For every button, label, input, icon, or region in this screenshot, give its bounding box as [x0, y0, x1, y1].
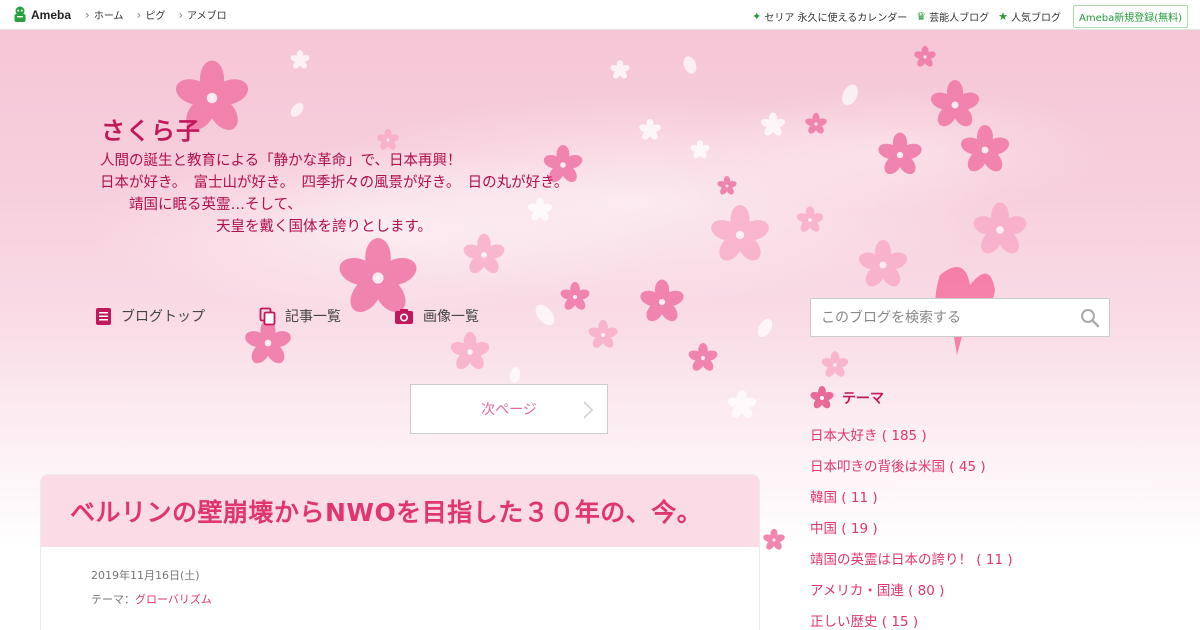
blog-top-link[interactable]: ブログトップ: [95, 306, 205, 326]
nav-pigg[interactable]: ピグ: [137, 7, 165, 22]
theme-section-heading: テーマ: [810, 386, 884, 410]
next-page-button[interactable]: 次ページ: [410, 384, 608, 434]
ameba-logo-icon: [14, 6, 26, 22]
copy-pages-icon: [259, 307, 276, 325]
register-button[interactable]: Ameba新規登録(無料): [1072, 5, 1188, 28]
sparkle-icon: ✦: [752, 10, 762, 23]
theme-item[interactable]: アメリカ・国連 ( 80 ): [810, 580, 1013, 611]
crown-icon: ♛: [916, 10, 927, 23]
logo-text: Ameba: [31, 7, 72, 22]
blog-title[interactable]: さくら子: [101, 111, 201, 146]
nav-ameblo[interactable]: アメブロ: [178, 7, 227, 22]
theme-item[interactable]: 中国 ( 19 ): [810, 518, 1013, 549]
header-right-links: ✦ セリア 永久に使えるカレンダー ♛ 芸能人ブログ ★ 人気ブログ Ameba…: [743, 5, 1188, 28]
popular-blog-label: 人気ブログ: [1010, 13, 1061, 24]
article-header: ベルリンの壁崩壊からNWOを目指した３０年の、今。: [41, 475, 759, 547]
article-list-label: 記事一覧: [285, 309, 341, 325]
search-icon[interactable]: [1080, 308, 1100, 328]
theme-heading-label: テーマ: [842, 391, 884, 407]
search-input[interactable]: [811, 299, 1071, 336]
nav-home[interactable]: ホーム: [85, 7, 124, 22]
popular-blog-link[interactable]: ★ 人気ブログ: [998, 9, 1061, 24]
theme-label: テーマ：: [91, 593, 135, 606]
global-header: Ameba ホーム ピグ アメブロ ✦ セリア 永久に使えるカレンダー ♛ 芸能…: [0, 0, 1200, 30]
global-nav: ホーム ピグ アメブロ: [85, 7, 240, 22]
blog-description: 人間の誕生と教育による「静かな革命」で、日本再興！ 日本が好き。 富士山が好き。…: [100, 153, 569, 235]
article-theme: テーマ：グローバリズム: [91, 591, 212, 607]
theme-item[interactable]: 日本叩きの背後は米国 ( 45 ): [810, 456, 1013, 487]
star-icon: ★: [998, 10, 1008, 23]
promo-label: セリア 永久に使えるカレンダー: [764, 13, 908, 24]
theme-item[interactable]: 韓国 ( 11 ): [810, 487, 1013, 518]
image-list-label: 画像一覧: [423, 309, 479, 325]
article-list-link[interactable]: 記事一覧: [259, 306, 341, 326]
celebrity-blog-label: 芸能人ブログ: [929, 13, 990, 24]
article-date: 2019年11月16日(土): [91, 569, 200, 582]
document-icon: [96, 307, 111, 325]
blog-search: [810, 298, 1110, 337]
camera-icon: [395, 308, 413, 324]
theme-list: 日本大好き ( 185 ) 日本叩きの背後は米国 ( 45 ) 韓国 ( 11 …: [810, 425, 1013, 630]
sakura-icon: [810, 386, 834, 409]
promo-link[interactable]: ✦ セリア 永久に使えるカレンダー: [752, 9, 907, 24]
celebrity-blog-link[interactable]: ♛ 芸能人ブログ: [916, 9, 989, 24]
article-title[interactable]: ベルリンの壁崩壊からNWOを目指した３０年の、今。: [70, 493, 702, 529]
theme-item[interactable]: 靖国の英霊は日本の誇り！ ( 11 ): [810, 549, 1013, 580]
next-page-label: 次ページ: [481, 402, 537, 418]
image-list-link[interactable]: 画像一覧: [394, 306, 479, 326]
blog-top-label: ブログトップ: [121, 309, 205, 325]
theme-link[interactable]: グローバリズム: [135, 593, 212, 606]
theme-item[interactable]: 正しい歴史 ( 15 ): [810, 611, 1013, 630]
theme-item[interactable]: 日本大好き ( 185 ): [810, 425, 1013, 456]
ameba-logo[interactable]: Ameba: [12, 6, 71, 23]
article-card: ベルリンの壁崩壊からNWOを目指した３０年の、今。 2019年11月16日(土)…: [40, 474, 760, 630]
chevron-right-icon: [583, 401, 594, 419]
